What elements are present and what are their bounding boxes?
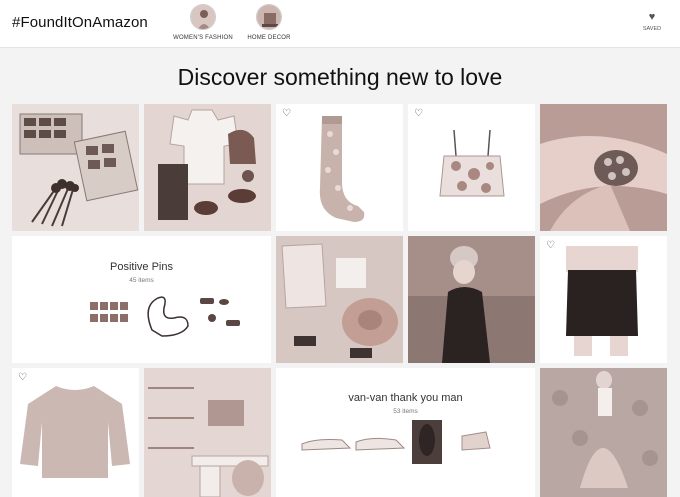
shoes-collage-image [301, 420, 491, 464]
collection-tile-van-van[interactable]: van-van thank you man 53 items [276, 368, 535, 497]
sweater-image [20, 386, 130, 478]
flatlay-outfit-image [144, 104, 271, 231]
makeup-organizer-image [12, 104, 139, 231]
product-tile-socks[interactable]: ♡ [276, 104, 403, 231]
home-decor-thumbnail [256, 4, 282, 30]
product-tile-ring[interactable] [540, 104, 667, 231]
heart-icon[interactable]: ♡ [546, 241, 555, 251]
crop-top-image [439, 129, 505, 197]
heart-icon[interactable]: ♡ [18, 373, 27, 383]
socks-image [319, 116, 365, 222]
heart-icon: ♥ [648, 11, 656, 23]
page-headline: Discover something new to love [177, 64, 503, 90]
beanie-woman-image [408, 236, 535, 363]
collection-tile-positive-pins[interactable]: Positive Pins 45 items [12, 236, 271, 363]
nav-home-decor[interactable]: HOME DECOR [234, 4, 304, 41]
top-nav: #FoundItOnAmazon WOMEN'S FASHION HOME DE… [0, 0, 680, 48]
brand-hashtag[interactable]: #FoundItOnAmazon [12, 14, 148, 31]
black-skirt-image [566, 246, 638, 356]
hat-outfit-image [276, 236, 403, 363]
nav-womens-fashion[interactable]: WOMEN'S FASHION [168, 4, 238, 41]
product-tile-hat-outfit[interactable] [276, 236, 403, 363]
desk-image [144, 368, 271, 497]
nav-home-decor-label: HOME DECOR [247, 35, 291, 41]
product-tile-black-skirt[interactable]: ♡ [540, 236, 667, 363]
tulle-skirt-image [540, 368, 667, 497]
womens-fashion-thumbnail [190, 4, 216, 30]
saved-label: SAVED [642, 26, 662, 32]
pins-collage-image [22, 296, 240, 337]
heart-icon[interactable]: ♡ [414, 109, 423, 119]
product-tile-makeup-organizer[interactable] [12, 104, 139, 231]
product-tile-crop-top[interactable]: ♡ [408, 104, 535, 231]
product-tile-sweater[interactable]: ♡ [12, 368, 139, 497]
nav-womens-fashion-label: WOMEN'S FASHION [173, 35, 233, 41]
ring-image [540, 104, 667, 231]
product-tile-tulle-skirt[interactable] [540, 368, 667, 497]
product-tile-beanie-woman[interactable] [408, 236, 535, 363]
product-tile-desk[interactable] [144, 368, 271, 497]
saved-button[interactable]: ♥ SAVED [638, 11, 666, 32]
heart-icon[interactable]: ♡ [282, 109, 291, 119]
product-tile-flatlay-outfit[interactable] [144, 104, 271, 231]
